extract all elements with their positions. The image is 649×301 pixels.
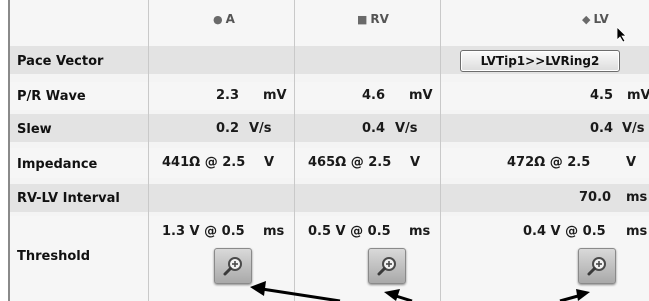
annotation-arrow-icon xyxy=(250,281,341,301)
annotation-arrows xyxy=(250,281,590,301)
annotation-arrow-icon xyxy=(384,289,413,301)
annotation-arrow-icon xyxy=(559,289,590,301)
mouse-pointer-icon xyxy=(617,27,627,43)
